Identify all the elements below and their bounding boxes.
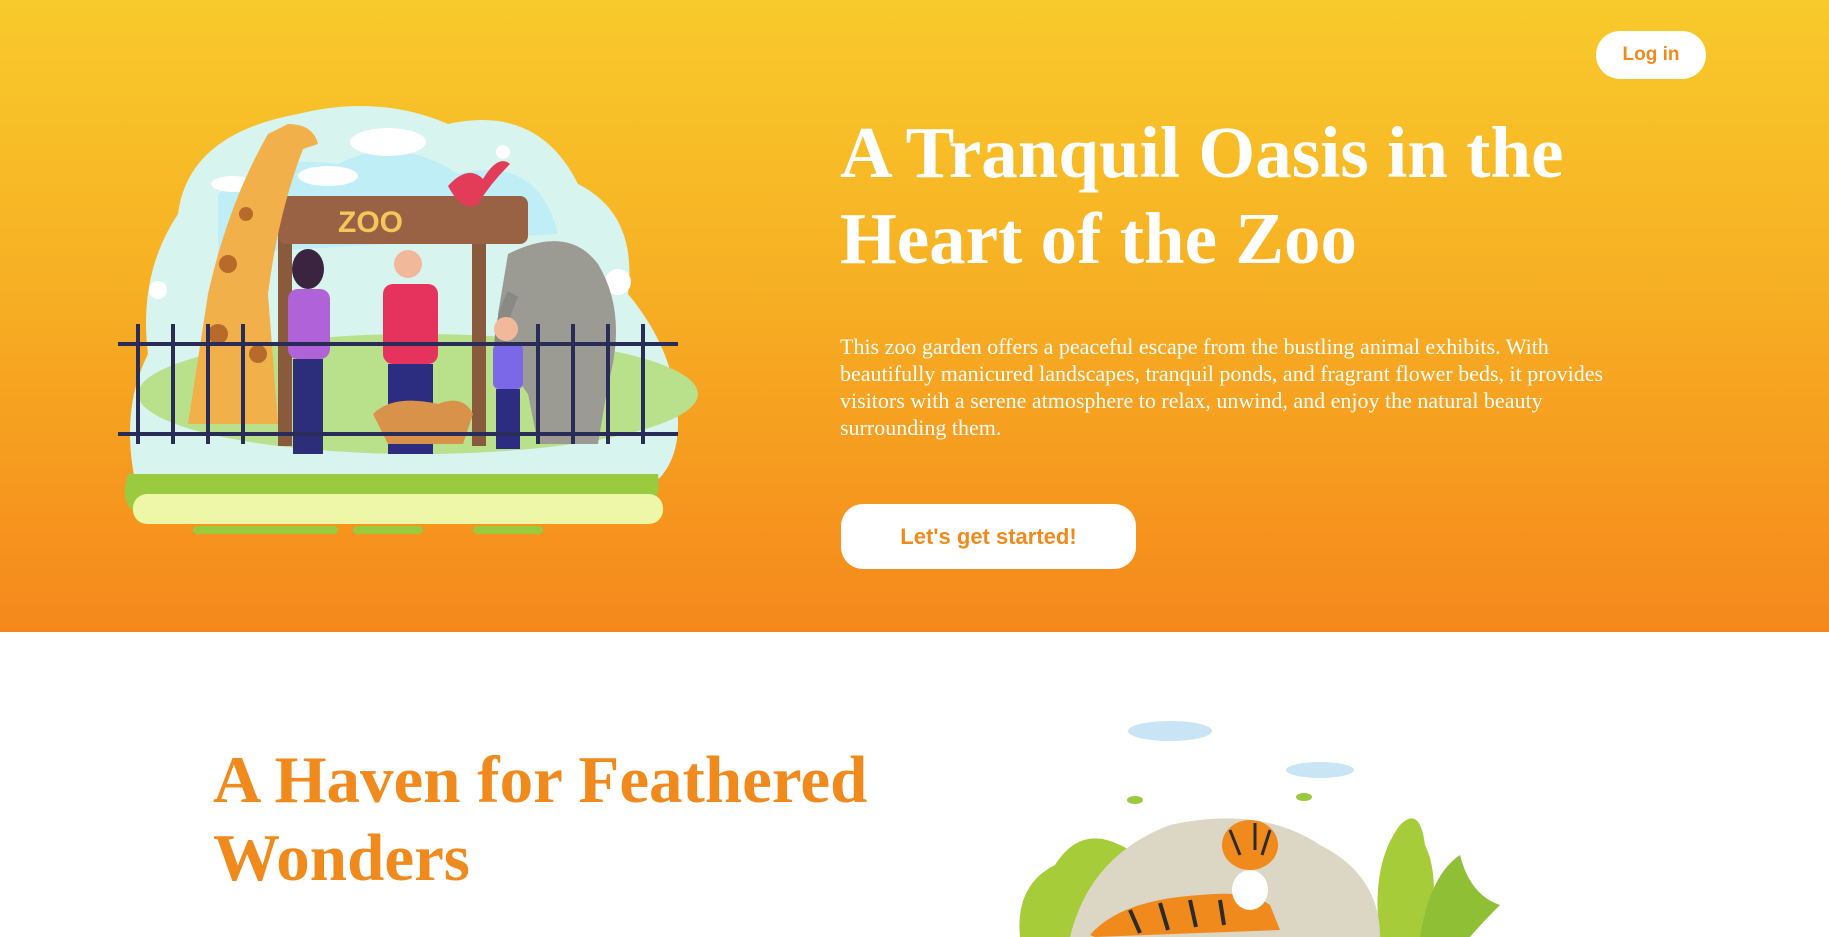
section-title: A Haven for Feathered Wonders bbox=[213, 743, 868, 895]
get-started-button[interactable]: Let's get started! bbox=[841, 504, 1136, 569]
svg-text:ZOO: ZOO bbox=[338, 206, 403, 239]
hero-description: This zoo garden offers a peaceful escape… bbox=[840, 334, 1604, 440]
hero-section: ZOO A Tranquil Oasis in the Heart of the… bbox=[0, 0, 1829, 632]
hero-title: A Tranquil Oasis in the Heart of the Zoo bbox=[840, 112, 1564, 279]
zoo-family-illustration: ZOO bbox=[118, 106, 698, 534]
tiger-illustration bbox=[1019, 721, 1500, 937]
login-button[interactable]: Log in bbox=[1596, 31, 1706, 79]
